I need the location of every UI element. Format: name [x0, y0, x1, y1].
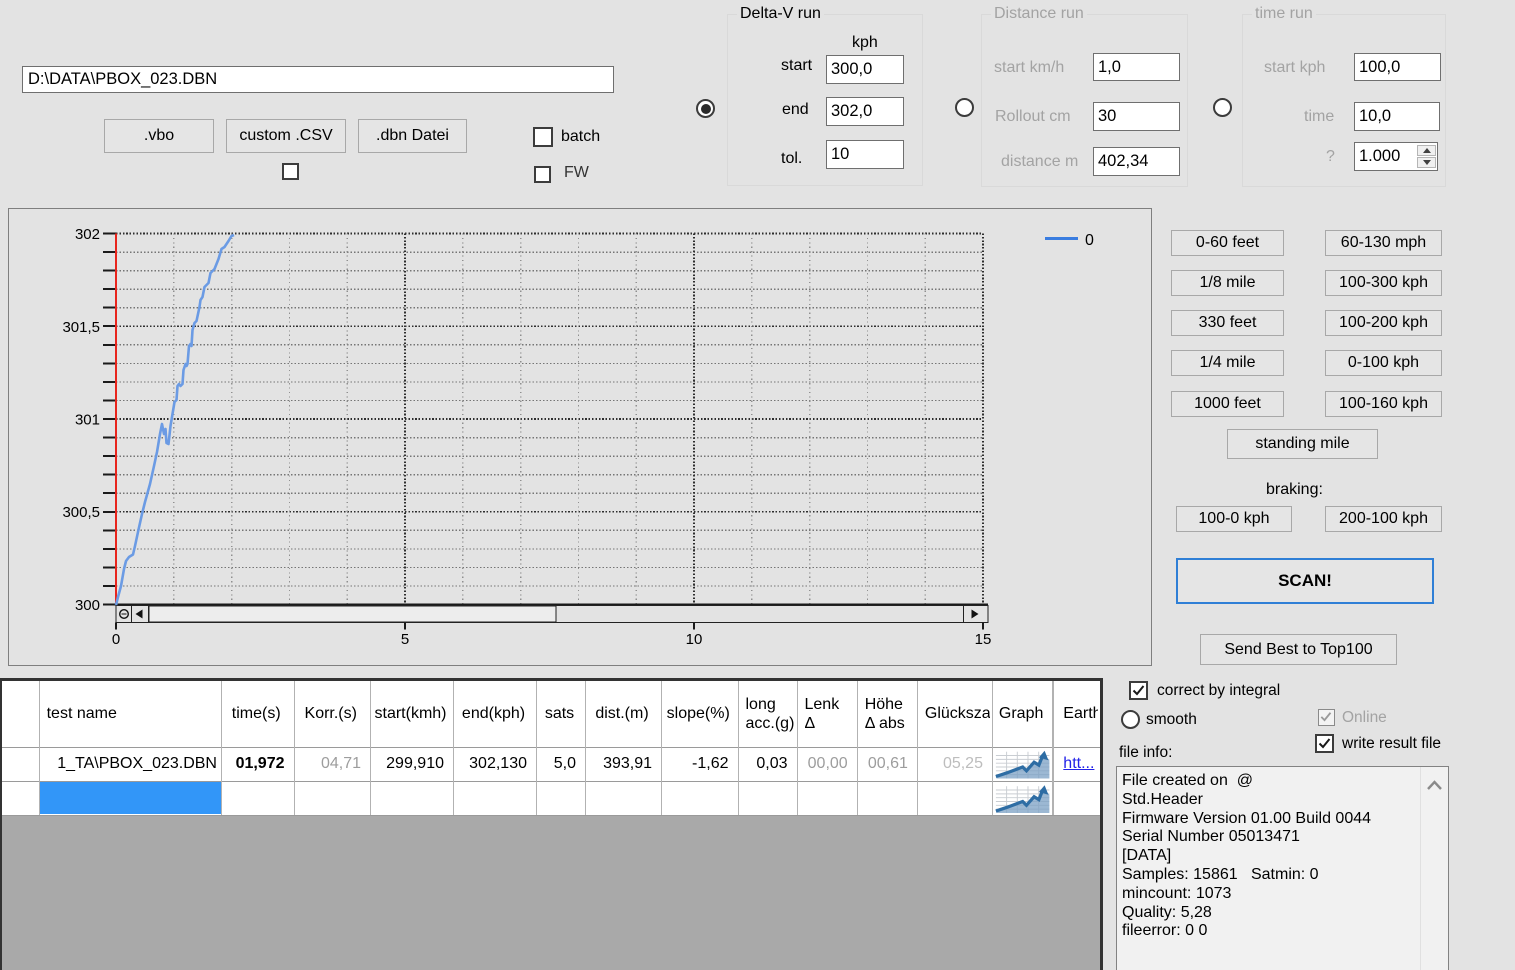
- svg-text:5: 5: [401, 631, 409, 648]
- svg-text:15: 15: [975, 631, 992, 648]
- svg-text:301,5: 301,5: [62, 319, 100, 336]
- svg-text:10: 10: [686, 631, 703, 648]
- svg-text:302: 302: [75, 226, 100, 243]
- svg-text:300,5: 300,5: [62, 504, 100, 521]
- svg-text:0: 0: [1085, 232, 1094, 249]
- svg-text:300: 300: [75, 597, 100, 614]
- svg-text:301: 301: [75, 412, 100, 429]
- svg-text:0: 0: [112, 631, 120, 648]
